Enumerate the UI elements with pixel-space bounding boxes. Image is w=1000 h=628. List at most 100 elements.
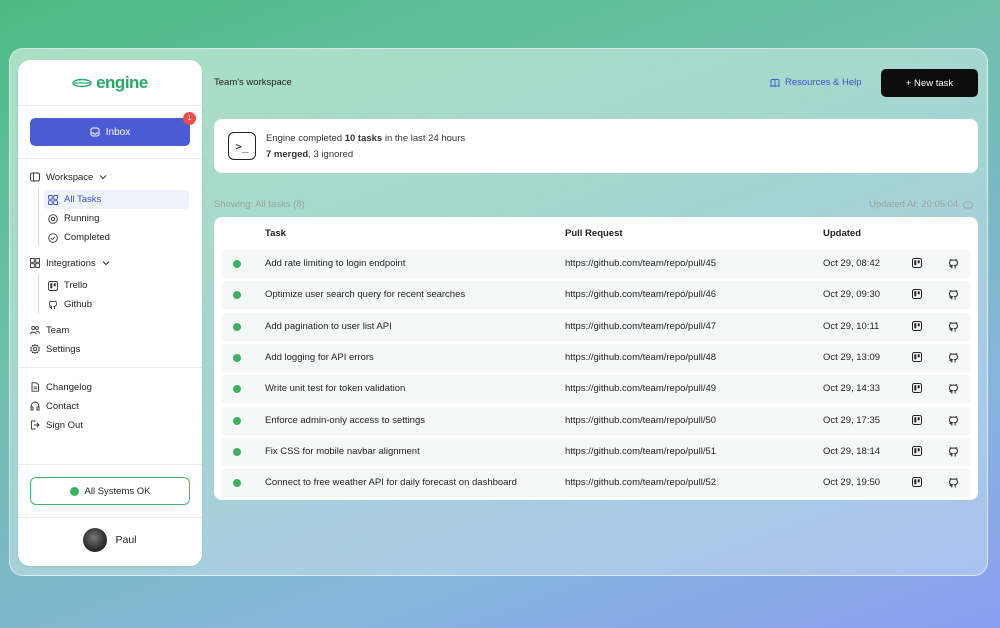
table-row[interactable]: Add pagination to user list API https://g… xyxy=(221,312,971,341)
showing-label: Showing: xyxy=(214,199,256,210)
inbox-icon xyxy=(90,127,100,137)
nav-sign-out[interactable]: Sign Out xyxy=(30,416,83,434)
system-status-button[interactable]: All Systems OK xyxy=(30,477,190,505)
nav-changelog[interactable]: Changelog xyxy=(30,378,92,396)
refresh-icon[interactable] xyxy=(963,201,974,209)
updated-at: Updated At: 20:05:04 xyxy=(869,199,974,210)
table-row[interactable]: Optimize user search query for recent se… xyxy=(221,281,971,310)
nav-changelog-label: Changelog xyxy=(46,381,92,393)
github-icon[interactable] xyxy=(948,258,959,269)
chevron-down-icon xyxy=(102,261,110,266)
sidebar-item-github[interactable]: Github xyxy=(44,295,189,314)
nav-settings[interactable]: Settings xyxy=(30,340,80,358)
logo[interactable]: engine xyxy=(18,60,202,106)
github-icon[interactable] xyxy=(948,477,959,488)
trello-icon[interactable] xyxy=(912,289,922,300)
sidebar-item-label: Running xyxy=(64,213,100,224)
table-row[interactable]: Write unit test for token validation http… xyxy=(221,375,971,404)
resources-help-link[interactable]: Resources & Help xyxy=(770,77,862,88)
nav-workspace[interactable]: Workspace xyxy=(30,168,107,186)
nav-sign-out-label: Sign Out xyxy=(46,419,83,431)
showing-filter[interactable]: Showing: All tasks (8) xyxy=(214,199,305,210)
table-row[interactable]: Add logging for API errors https://github… xyxy=(221,343,971,372)
summary-line-2: 7 merged, 3 ignored xyxy=(266,149,353,160)
table-row[interactable]: Add rate limiting to login endpoint https… xyxy=(221,250,971,278)
engine-logo-icon xyxy=(72,78,92,87)
trello-icon[interactable] xyxy=(912,445,922,456)
status-dot-icon xyxy=(233,322,241,331)
status-dot-icon xyxy=(233,291,241,300)
new-task-button[interactable]: + New task xyxy=(881,69,978,97)
sidebar-item-label: Completed xyxy=(64,232,110,243)
github-icon[interactable] xyxy=(948,383,959,394)
trello-icon[interactable] xyxy=(912,258,922,268)
column-header-updated[interactable]: Updated xyxy=(823,228,861,239)
github-icon[interactable] xyxy=(948,352,959,363)
sidebar-item-label: All Tasks xyxy=(64,194,102,205)
sidebar-item-all-tasks[interactable]: All Tasks xyxy=(44,190,189,209)
task-name: Connect to free weather API for daily fo… xyxy=(265,477,517,489)
table-row[interactable]: Connect to free weather API for daily fo… xyxy=(221,469,971,498)
pull-request-link[interactable]: https://github.com/team/repo/pull/45 xyxy=(565,258,716,269)
summary-ignored: , 3 ignored xyxy=(308,149,354,160)
table-row[interactable]: Enforce admin-only access to settings htt… xyxy=(221,406,971,435)
book-icon xyxy=(770,78,780,87)
tasks-table: Task Pull Request Updated Add rate limit… xyxy=(214,217,978,500)
sidebar-item-completed[interactable]: Completed xyxy=(44,228,189,247)
sidebar-item-trello[interactable]: Trello xyxy=(44,276,189,295)
github-icon[interactable] xyxy=(948,321,959,332)
sidebar-item-running[interactable]: Running xyxy=(44,209,189,228)
summary-tasks: 10 tasks xyxy=(344,133,383,144)
status-dot-icon xyxy=(233,385,241,394)
pull-request-link[interactable]: https://github.com/team/repo/pull/46 xyxy=(565,289,716,300)
trello-icon[interactable] xyxy=(912,477,922,488)
nav-contact[interactable]: Contact xyxy=(30,397,79,415)
user-profile[interactable]: Paul xyxy=(18,528,202,552)
sign-out-icon xyxy=(31,420,40,430)
tree-line xyxy=(38,188,39,246)
updated-time: Oct 29, 18:14 xyxy=(823,445,881,457)
pull-request-link[interactable]: https://github.com/team/repo/pull/50 xyxy=(565,415,716,426)
summary-prefix: Engine completed xyxy=(266,133,345,144)
github-icon[interactable] xyxy=(948,289,959,300)
task-name: Add rate limiting to login endpoint xyxy=(265,258,406,269)
system-status-label: All Systems OK xyxy=(84,485,151,497)
trello-icon[interactable] xyxy=(912,351,922,362)
integrations-icon xyxy=(30,258,40,268)
task-name: Optimize user search query for recent se… xyxy=(265,289,466,301)
divider xyxy=(18,464,202,465)
check-circle-icon xyxy=(48,232,58,243)
summary-merged: 7 merged xyxy=(266,149,309,160)
pull-request-link[interactable]: https://github.com/team/repo/pull/51 xyxy=(565,446,716,457)
summary-line-1: Engine completed 10 tasks in the last 24… xyxy=(266,133,465,144)
column-header-pull-request[interactable]: Pull Request xyxy=(565,228,623,239)
trello-icon[interactable] xyxy=(912,320,922,331)
updated-time: Oct 29, 14:33 xyxy=(823,383,881,395)
changelog-icon xyxy=(31,382,39,392)
updated-at-label: Updated At: 20:05:04 xyxy=(869,199,959,210)
pull-request-link[interactable]: https://github.com/team/repo/pull/52 xyxy=(565,477,716,488)
updated-time: Oct 29, 10:11 xyxy=(823,320,880,332)
column-header-task[interactable]: Task xyxy=(265,228,286,239)
logo-text: engine xyxy=(96,72,148,92)
github-icon[interactable] xyxy=(948,415,959,426)
updated-time: Oct 29, 08:42 xyxy=(823,258,881,269)
task-name: Write unit test for token validation xyxy=(265,383,406,395)
pull-request-link[interactable]: https://github.com/team/repo/pull/49 xyxy=(565,383,716,394)
sidebar-item-label: Trello xyxy=(64,280,88,291)
inbox-label: Inbox xyxy=(105,126,131,138)
resources-help-label: Resources & Help xyxy=(785,77,862,88)
nav-workspace-label: Workspace xyxy=(46,171,94,183)
trello-icon[interactable] xyxy=(912,414,922,425)
table-row[interactable]: Fix CSS for mobile navbar alignment https… xyxy=(221,437,971,466)
github-icon[interactable] xyxy=(948,446,959,457)
inbox-button[interactable]: Inbox 1 xyxy=(30,112,196,146)
nav-settings-label: Settings xyxy=(46,343,81,355)
page-title: Team's workspace xyxy=(214,77,292,88)
trello-icon[interactable] xyxy=(912,383,922,394)
divider xyxy=(18,517,202,518)
nav-integrations[interactable]: Integrations xyxy=(30,254,110,272)
pull-request-link[interactable]: https://github.com/team/repo/pull/48 xyxy=(565,352,716,363)
pull-request-link[interactable]: https://github.com/team/repo/pull/47 xyxy=(565,321,716,332)
nav-team[interactable]: Team xyxy=(30,321,69,339)
